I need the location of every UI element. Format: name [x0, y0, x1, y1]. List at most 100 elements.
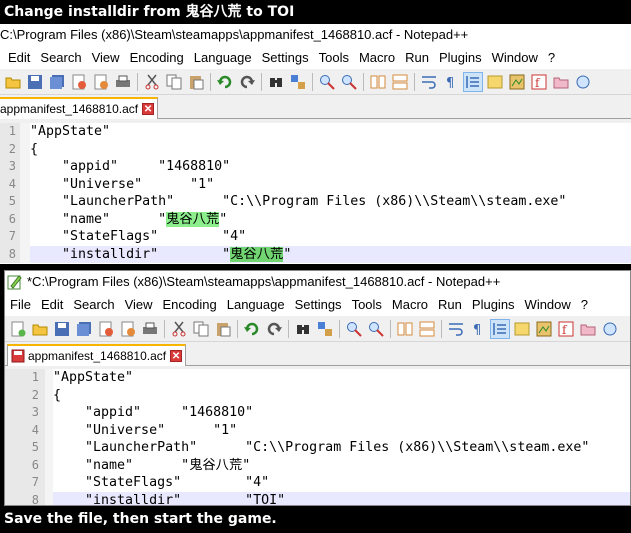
- sync-horizontal-icon[interactable]: [418, 320, 436, 338]
- monitoring-icon[interactable]: [574, 73, 592, 91]
- save-icon[interactable]: [53, 320, 71, 338]
- find-icon[interactable]: [294, 320, 312, 338]
- menu-language[interactable]: Language: [189, 50, 257, 65]
- function-list-icon[interactable]: f: [530, 73, 548, 91]
- notepadpp-window-after: *C:\Program Files (x86)\Steam\steamapps\…: [4, 270, 631, 506]
- menu-settings[interactable]: Settings: [290, 297, 347, 312]
- menu-window[interactable]: Window: [487, 50, 543, 65]
- menu-file[interactable]: File: [5, 297, 36, 312]
- close-file-icon[interactable]: [70, 73, 88, 91]
- find-icon[interactable]: [267, 73, 285, 91]
- cut-icon[interactable]: [143, 73, 161, 91]
- undo-icon[interactable]: [243, 320, 261, 338]
- zoom-out-icon[interactable]: [340, 73, 358, 91]
- open-file-icon[interactable]: [31, 320, 49, 338]
- menu-macro[interactable]: Macro: [354, 50, 400, 65]
- tab-bar: appmanifest_1468810.acf ✕: [0, 95, 631, 119]
- word-wrap-icon[interactable]: [447, 320, 465, 338]
- new-file-icon[interactable]: [9, 320, 27, 338]
- menu-plugins[interactable]: Plugins: [434, 50, 487, 65]
- cut-icon[interactable]: [170, 320, 188, 338]
- save-all-icon[interactable]: [48, 73, 66, 91]
- code-line: 1 "AppState": [0, 123, 631, 141]
- paste-icon[interactable]: [187, 73, 205, 91]
- line-number: 4: [0, 175, 20, 193]
- menu-plugins[interactable]: Plugins: [467, 297, 520, 312]
- menu-encoding[interactable]: Encoding: [125, 50, 189, 65]
- tab-appmanifest[interactable]: appmanifest_1468810.acf ✕: [0, 97, 159, 119]
- editor-area[interactable]: 1 "AppState" 2{ 3 "appid" "1468810" 4 "Un…: [0, 123, 631, 264]
- selected-installdir-value: 鬼谷八荒: [230, 246, 284, 262]
- code-line: 7 "StateFlags" "4": [5, 474, 630, 492]
- folder-workspace-icon[interactable]: [579, 320, 597, 338]
- menu-help[interactable]: ?: [543, 50, 560, 65]
- save-icon[interactable]: [26, 73, 44, 91]
- copy-icon[interactable]: [192, 320, 210, 338]
- open-file-icon[interactable]: [4, 73, 22, 91]
- line-number: 2: [5, 386, 45, 404]
- menu-window[interactable]: Window: [520, 297, 576, 312]
- line-number: 2: [0, 140, 20, 158]
- function-list-icon[interactable]: f: [557, 320, 575, 338]
- menu-settings[interactable]: Settings: [257, 50, 314, 65]
- replace-icon[interactable]: [289, 73, 307, 91]
- indent-guide-icon[interactable]: [463, 71, 483, 92]
- menu-run[interactable]: Run: [433, 297, 467, 312]
- menu-macro[interactable]: Macro: [387, 297, 433, 312]
- code-line: 4 "Universe" "1": [0, 175, 631, 193]
- replace-icon[interactable]: [316, 320, 334, 338]
- redo-icon[interactable]: [265, 320, 283, 338]
- menu-edit[interactable]: Edit: [36, 297, 68, 312]
- close-tab-icon[interactable]: ✕: [142, 103, 155, 115]
- sync-vertical-icon[interactable]: [369, 73, 387, 91]
- paste-icon[interactable]: [214, 320, 232, 338]
- window-title: *C:\Program Files (x86)\Steam\steamapps\…: [27, 274, 501, 289]
- menu-help[interactable]: ?: [576, 297, 593, 312]
- tab-label: appmanifest_1468810.acf: [0, 102, 139, 116]
- code-line-current: 8 "installdir" "鬼谷八荒": [0, 245, 631, 263]
- editor-area[interactable]: 1 "AppState" 2{ 3 "appid" "1468810" 4 "Un…: [5, 369, 630, 505]
- copy-icon[interactable]: [165, 73, 183, 91]
- zoom-out-icon[interactable]: [367, 320, 385, 338]
- line-number: 7: [5, 474, 45, 492]
- show-all-chars-icon[interactable]: ¶: [442, 73, 460, 91]
- menu-encoding[interactable]: Encoding: [158, 297, 222, 312]
- close-file-icon[interactable]: [97, 320, 115, 338]
- show-all-chars-icon[interactable]: ¶: [469, 320, 487, 338]
- sync-horizontal-icon[interactable]: [391, 73, 409, 91]
- menu-run[interactable]: Run: [400, 50, 434, 65]
- word-wrap-icon[interactable]: [420, 73, 438, 91]
- print-icon[interactable]: [114, 73, 132, 91]
- print-icon[interactable]: [141, 320, 159, 338]
- line-text: "Universe" "1": [53, 422, 238, 438]
- caption-prefix: Change installdir from: [4, 4, 186, 20]
- close-tab-icon[interactable]: ✕: [170, 350, 183, 362]
- indent-guide-icon[interactable]: [490, 318, 510, 339]
- user-defined-language-icon[interactable]: [486, 73, 504, 91]
- redo-icon[interactable]: [238, 73, 256, 91]
- zoom-in-icon[interactable]: [318, 73, 336, 91]
- code-line: 5 "LauncherPath" "C:\\Program Files (x86…: [0, 193, 631, 211]
- menu-search[interactable]: Search: [35, 50, 86, 65]
- document-map-icon[interactable]: [535, 320, 553, 338]
- document-map-icon[interactable]: [508, 73, 526, 91]
- menu-search[interactable]: Search: [68, 297, 119, 312]
- tab-appmanifest[interactable]: appmanifest_1468810.acf ✕: [7, 344, 187, 366]
- close-all-icon[interactable]: [119, 320, 137, 338]
- user-defined-language-icon[interactable]: [513, 320, 531, 338]
- menu-view[interactable]: View: [120, 297, 158, 312]
- save-all-icon[interactable]: [75, 320, 93, 338]
- menu-tools[interactable]: Tools: [347, 297, 387, 312]
- menu-edit[interactable]: Edit: [3, 50, 35, 65]
- line-text: "AppState": [53, 370, 134, 385]
- sync-vertical-icon[interactable]: [396, 320, 414, 338]
- menu-language[interactable]: Language: [222, 297, 290, 312]
- undo-icon[interactable]: [216, 73, 234, 91]
- close-all-icon[interactable]: [92, 73, 110, 91]
- menu-tools[interactable]: Tools: [314, 50, 354, 65]
- menu-view[interactable]: View: [87, 50, 125, 65]
- folder-workspace-icon[interactable]: [552, 73, 570, 91]
- monitoring-icon[interactable]: [601, 320, 619, 338]
- zoom-in-icon[interactable]: [345, 320, 363, 338]
- instruction-caption-top: Change installdir from 鬼谷八荒 to TOI: [0, 0, 631, 24]
